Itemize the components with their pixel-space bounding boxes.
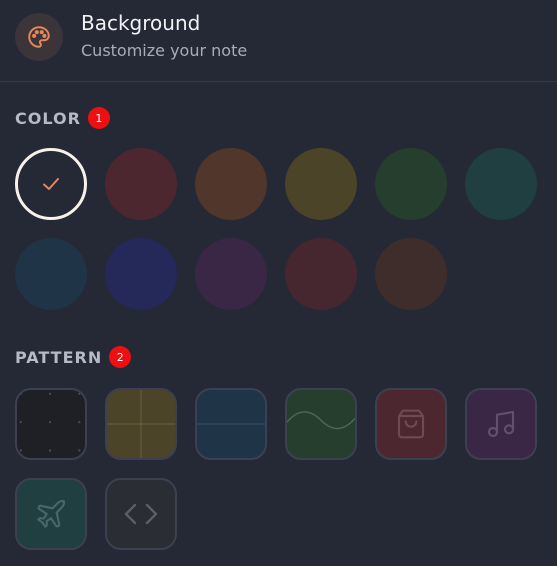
grid-icon	[107, 390, 175, 458]
lines-icon	[197, 423, 265, 425]
check-icon	[43, 178, 59, 190]
pattern-wave[interactable]	[285, 388, 357, 460]
palette-icon	[15, 13, 63, 61]
wave-icon	[287, 411, 355, 430]
color-swatch-default[interactable]	[15, 148, 87, 220]
pattern-code[interactable]	[105, 478, 177, 550]
pattern-grid[interactable]	[105, 388, 177, 460]
color-swatch-red[interactable]	[105, 148, 177, 220]
panel-subtitle: Customize your note	[81, 41, 248, 60]
dot-grid-icon	[19, 392, 81, 452]
color-section-label: COLOR 1	[15, 107, 110, 129]
color-swatch-indigo[interactable]	[105, 238, 177, 310]
pattern-step-badge: 2	[109, 346, 132, 368]
shopping-bag-icon	[397, 409, 425, 439]
pattern-label-text: PATTERN	[15, 347, 103, 367]
color-swatch-purple[interactable]	[195, 238, 267, 310]
music-note-icon	[487, 410, 515, 438]
pattern-travel[interactable]	[15, 478, 87, 550]
panel-header: Background Customize your note	[0, 0, 557, 82]
pattern-music[interactable]	[465, 388, 537, 460]
pattern-lines[interactable]	[195, 388, 267, 460]
color-label-text: COLOR	[15, 108, 81, 128]
color-swatch-blue[interactable]	[15, 238, 87, 310]
pattern-dots[interactable]	[15, 388, 87, 460]
color-swatch-orange[interactable]	[195, 148, 267, 220]
code-icon	[124, 503, 158, 525]
color-swatch-yellow[interactable]	[285, 148, 357, 220]
pattern-shopping[interactable]	[375, 388, 447, 460]
color-swatch-teal[interactable]	[465, 148, 537, 220]
color-swatch-green[interactable]	[375, 148, 447, 220]
panel-title: Background	[81, 11, 201, 35]
airplane-icon	[37, 499, 66, 528]
pattern-section-label: PATTERN 2	[15, 346, 132, 368]
color-step-badge: 1	[87, 107, 110, 129]
color-swatch-brown[interactable]	[375, 238, 447, 310]
color-swatch-crimson[interactable]	[285, 238, 357, 310]
